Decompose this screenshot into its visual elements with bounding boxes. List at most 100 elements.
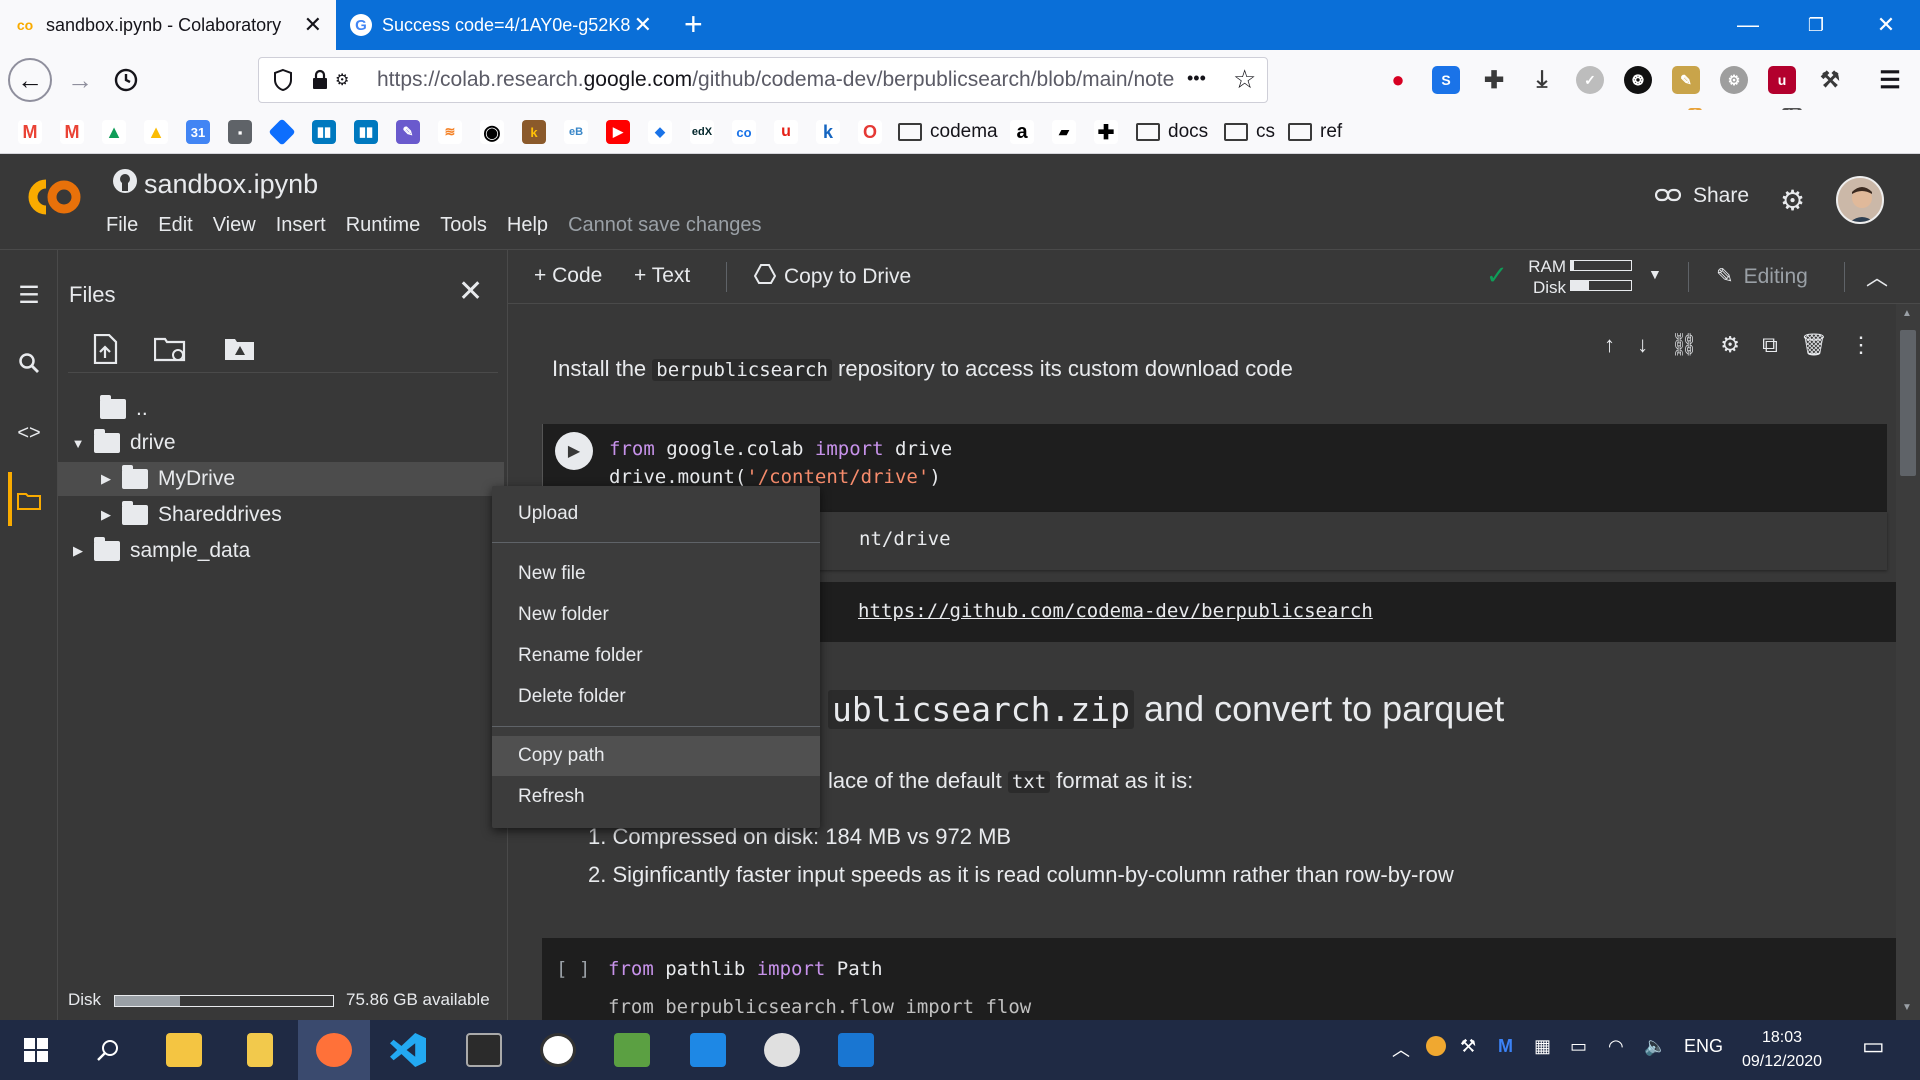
- copy-to-drive-button[interactable]: Copy to Drive: [753, 264, 911, 290]
- menu-help[interactable]: Help: [507, 214, 548, 237]
- ladybug-extension-icon[interactable]: ●: [1384, 66, 1412, 94]
- close-tab-icon[interactable]: ✕: [634, 12, 652, 38]
- tray-m-icon[interactable]: M: [1498, 1036, 1513, 1057]
- photos-icon[interactable]: [820, 1020, 892, 1080]
- page-actions-icon[interactable]: •••: [1187, 68, 1206, 89]
- forward-icon[interactable]: →: [58, 58, 102, 102]
- tree-item-sample-data[interactable]: ▶ sample_data: [58, 534, 504, 568]
- book-icon[interactable]: ▰: [1052, 120, 1076, 144]
- back-icon[interactable]: ←: [8, 58, 52, 102]
- markdown-heading[interactable]: ublicsearch.zip and convert to parquet: [828, 688, 1504, 730]
- run-cell-icon[interactable]: ▶: [555, 432, 593, 470]
- refresh-folder-icon[interactable]: [153, 336, 188, 369]
- google-drive-icon[interactable]: ▲: [144, 120, 168, 144]
- upload-file-icon[interactable]: [92, 333, 118, 369]
- volume-icon[interactable]: 🔈: [1644, 1036, 1666, 1057]
- gmail-icon[interactable]: M: [60, 120, 84, 144]
- extension-black-icon[interactable]: ❂: [1624, 66, 1652, 94]
- menu-tools[interactable]: Tools: [440, 214, 487, 237]
- save-status[interactable]: Cannot save changes: [568, 214, 761, 237]
- mirror-cell-icon[interactable]: ⧉: [1762, 332, 1778, 358]
- markdown-paragraph[interactable]: lace of the default txt format as it is:: [828, 768, 1193, 794]
- caret-down-icon[interactable]: ▼: [68, 436, 88, 451]
- trello-icon[interactable]: ▮▮: [312, 120, 336, 144]
- coursera-icon[interactable]: co: [732, 120, 756, 144]
- puzzle-icon[interactable]: ✚: [1094, 120, 1118, 144]
- menu-item-refresh[interactable]: Refresh: [492, 777, 820, 817]
- bookmark-folder-ref[interactable]: ref: [1288, 118, 1342, 146]
- move-up-icon[interactable]: ↑: [1604, 332, 1615, 358]
- ublock-extension-icon[interactable]: u: [1768, 66, 1796, 94]
- code-snippets-icon[interactable]: <>: [14, 418, 44, 448]
- stackoverflow-icon[interactable]: ≋: [438, 120, 462, 144]
- udemy-icon[interactable]: u: [774, 120, 798, 144]
- link-icon[interactable]: ⛓: [1670, 332, 1698, 358]
- delete-icon[interactable]: 🗑: [1800, 332, 1828, 358]
- chat-icon[interactable]: ▪: [228, 120, 252, 144]
- amazon-icon[interactable]: a: [1010, 120, 1034, 144]
- resources-dropdown-icon[interactable]: ▼: [1648, 266, 1662, 282]
- khan-k-icon[interactable]: k: [816, 120, 840, 144]
- terminal-icon[interactable]: [448, 1020, 520, 1080]
- menu-item-copy-path[interactable]: Copy path: [492, 736, 820, 776]
- code-cell[interactable]: [ ] from pathlib import Path from berpub…: [542, 938, 1896, 1020]
- scroll-down-icon[interactable]: ▼: [1902, 1002, 1912, 1013]
- gmail-icon[interactable]: M: [18, 120, 42, 144]
- lock-icon[interactable]: [311, 69, 329, 97]
- markdown-list[interactable]: 1. Compressed on disk: 184 MB vs 972 MB …: [588, 818, 1454, 894]
- menu-item-delete-folder[interactable]: Delete folder: [492, 677, 820, 717]
- menu-item-rename-folder[interactable]: Rename folder: [492, 636, 820, 676]
- extension-grey-icon[interactable]: ✓: [1576, 66, 1604, 94]
- opera-icon[interactable]: O: [858, 120, 882, 144]
- windows-start-icon[interactable]: [0, 1020, 72, 1080]
- app-palette-icon[interactable]: [746, 1020, 818, 1080]
- share-button[interactable]: Share: [1654, 184, 1749, 208]
- github-icon[interactable]: ◉: [480, 120, 504, 144]
- files-folder-icon[interactable]: [14, 486, 44, 516]
- caret-right-icon[interactable]: ▶: [96, 471, 116, 487]
- more-vert-icon[interactable]: ⋮: [1850, 332, 1872, 358]
- extension-badge-icon[interactable]: ✎: [1672, 66, 1700, 94]
- docker-icon[interactable]: ▦: [1534, 1036, 1551, 1057]
- menu-file[interactable]: File: [106, 214, 138, 237]
- calendar-icon[interactable]: 31: [186, 120, 210, 144]
- kaggle-k-icon[interactable]: k: [522, 120, 546, 144]
- collapse-header-icon[interactable]: ︿: [1866, 260, 1888, 292]
- wifi-icon[interactable]: ◠: [1608, 1036, 1624, 1057]
- output-link[interactable]: https://github.com/codema-dev/berpublics…: [858, 600, 1373, 622]
- edx-icon[interactable]: edX: [690, 120, 714, 144]
- cell-settings-icon[interactable]: ⚙: [1720, 332, 1740, 358]
- colab-logo[interactable]: [20, 174, 82, 232]
- menu-item-new-file[interactable]: New file: [492, 554, 820, 594]
- app-window-icon[interactable]: [672, 1020, 744, 1080]
- evernote-icon[interactable]: eB: [564, 120, 588, 144]
- tray-expand-icon[interactable]: ︿: [1392, 1036, 1410, 1062]
- tray-tools-icon[interactable]: ⚒: [1460, 1036, 1476, 1057]
- menu-edit[interactable]: Edit: [158, 214, 192, 237]
- tab-colab[interactable]: co sandbox.ipynb - Colaboratory ✕: [0, 0, 336, 50]
- trello-icon[interactable]: ▮▮: [354, 120, 378, 144]
- clock[interactable]: 18:03 09/12/2020: [1734, 1026, 1830, 1074]
- move-down-icon[interactable]: ↓: [1637, 332, 1648, 358]
- notifications-icon[interactable]: ▭: [1862, 1032, 1885, 1061]
- tree-item-parent[interactable]: ..: [58, 392, 504, 426]
- downloads-folder-icon[interactable]: [224, 1020, 296, 1080]
- file-explorer-icon[interactable]: [148, 1020, 220, 1080]
- tree-item-mydrive[interactable]: ▶ MyDrive: [58, 462, 504, 496]
- tree-item-shareddrives[interactable]: ▶ Shareddrives: [58, 498, 504, 532]
- close-tab-icon[interactable]: ✕: [304, 12, 322, 38]
- menu-item-upload[interactable]: Upload: [492, 494, 820, 534]
- jira-icon[interactable]: [268, 118, 296, 146]
- search-icon[interactable]: [14, 348, 44, 378]
- notebook-title[interactable]: sandbox.ipynb: [112, 168, 318, 201]
- notes-icon[interactable]: ✎: [396, 120, 420, 144]
- download-icon[interactable]: ⤓: [1528, 66, 1556, 94]
- hamburger-menu-icon[interactable]: ☰: [1876, 66, 1904, 94]
- settings-gear-icon[interactable]: ⚙: [1780, 184, 1805, 217]
- tray-app-icon[interactable]: [1426, 1036, 1446, 1056]
- menu-runtime[interactable]: Runtime: [346, 214, 420, 237]
- address-bar[interactable]: ⚙ https://colab.research.google.com/gith…: [258, 57, 1268, 103]
- bookmark-folder-cs[interactable]: cs: [1224, 118, 1275, 146]
- layers-icon[interactable]: ◆: [648, 120, 672, 144]
- history-icon[interactable]: [104, 58, 148, 102]
